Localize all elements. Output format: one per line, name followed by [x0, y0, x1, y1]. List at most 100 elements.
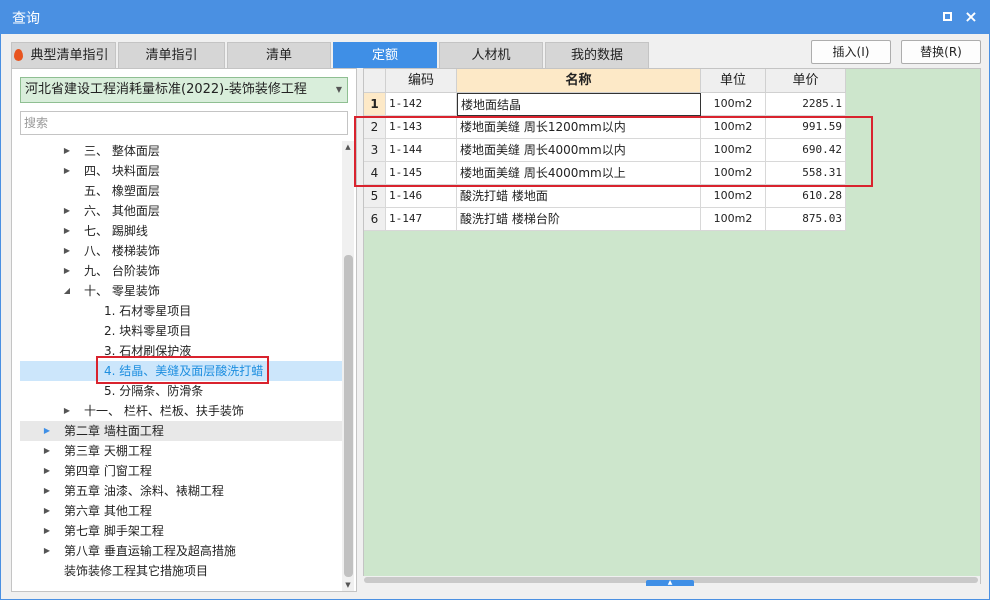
tree-item[interactable]: ▶ 第七章 脚手架工程: [20, 521, 342, 541]
tree-item[interactable]: 1. 石材零星项目: [20, 301, 342, 321]
library-select[interactable]: 河北省建设工程消耗量标准(2022)-装饰装修工程 ▼: [20, 77, 348, 103]
tree-item[interactable]: ▶ 第五章 油漆、涂料、裱糊工程: [20, 481, 342, 501]
tab-quota[interactable]: 定额: [333, 42, 437, 68]
cell-name[interactable]: 楼地面美缝 周长4000mm以内: [457, 139, 701, 162]
tree-item[interactable]: ▶ 八、 楼梯装饰: [20, 241, 342, 261]
scroll-up-icon[interactable]: ▲: [342, 141, 354, 153]
caret-right-icon[interactable]: ▶: [62, 141, 72, 161]
caret-right-icon[interactable]: ▶: [62, 161, 72, 181]
tree-scrollbar[interactable]: ▲ ▼: [342, 141, 354, 591]
cell-unit[interactable]: 100m2: [701, 116, 766, 139]
cell-name[interactable]: 酸洗打蜡 楼地面: [457, 185, 701, 208]
caret-right-icon[interactable]: ▶: [42, 541, 52, 561]
header-unit[interactable]: 单位: [701, 69, 766, 93]
caret-right-icon[interactable]: ▶: [62, 401, 72, 421]
tree-item[interactable]: ▶ 十一、 栏杆、栏板、扶手装饰: [20, 401, 342, 421]
cell-name[interactable]: 楼地面美缝 周长4000mm以上: [457, 162, 701, 185]
cell-code[interactable]: 1-144: [386, 139, 457, 162]
tree-item[interactable]: ▶ 第四章 门窗工程: [20, 461, 342, 481]
caret-right-icon[interactable]: ▶: [42, 521, 52, 541]
tree-item[interactable]: ▶ 七、 踢脚线: [20, 221, 342, 241]
tab-labor-materials[interactable]: 人材机: [439, 42, 543, 68]
tree-item-label: 四、 块料面层: [84, 164, 160, 178]
header-name[interactable]: 名称: [457, 69, 701, 93]
caret-right-icon[interactable]: ▶: [62, 261, 72, 281]
caret-right-icon[interactable]: ▶: [62, 221, 72, 241]
tab-my-data[interactable]: 我的数据: [545, 42, 649, 68]
tree-item-label: 七、 踢脚线: [84, 224, 148, 238]
tree-item[interactable]: 5. 分隔条、防滑条: [20, 381, 342, 401]
left-panel: 河北省建设工程消耗量标准(2022)-装饰装修工程 ▼ ▶ 三、 整体面层 ▶ …: [11, 68, 357, 592]
replace-button[interactable]: 替换(R): [901, 40, 981, 64]
table-row[interactable]: 3 1-144 楼地面美缝 周长4000mm以内 100m2 690.42: [364, 139, 846, 162]
tree-item[interactable]: 3. 石材刷保护液: [20, 341, 342, 361]
cell-unit[interactable]: 100m2: [701, 139, 766, 162]
caret-right-icon[interactable]: ▶: [42, 481, 52, 501]
tree-item[interactable]: 装饰装修工程其它措施项目: [20, 561, 342, 581]
cell-name[interactable]: 楼地面美缝 周长1200mm以内: [457, 116, 701, 139]
caret-right-icon[interactable]: ▶: [42, 501, 52, 521]
scrollbar-thumb[interactable]: [344, 255, 353, 577]
collapse-handle-icon[interactable]: ▲: [646, 580, 694, 586]
table-row[interactable]: 2 1-143 楼地面美缝 周长1200mm以内 100m2 991.59: [364, 116, 846, 139]
scroll-down-icon[interactable]: ▼: [342, 579, 354, 591]
tree-item[interactable]: ▶ 六、 其他面层: [20, 201, 342, 221]
caret-right-icon[interactable]: ▶: [62, 241, 72, 261]
insert-button[interactable]: 插入(I): [811, 40, 891, 64]
tree-item[interactable]: ▶ 四、 块料面层: [20, 161, 342, 181]
cell-price[interactable]: 610.28: [766, 185, 846, 208]
tree-item-label: 第八章 垂直运输工程及超高措施: [64, 544, 236, 558]
tree-item[interactable]: ▶ 第六章 其他工程: [20, 501, 342, 521]
tree-item[interactable]: ◢ 十、 零星装饰: [20, 281, 342, 301]
close-icon[interactable]: ×: [962, 8, 980, 26]
cell-code[interactable]: 1-143: [386, 116, 457, 139]
caret-right-icon[interactable]: ▶: [42, 421, 52, 441]
table-row[interactable]: 6 1-147 酸洗打蜡 楼梯台阶 100m2 875.03: [364, 208, 846, 231]
tab-bill[interactable]: 清单: [227, 42, 331, 68]
tab-label: 我的数据: [570, 48, 623, 63]
cell-unit[interactable]: 100m2: [701, 93, 766, 116]
table-row[interactable]: 1 1-142 楼地面结晶 100m2 2285.1: [364, 93, 846, 116]
header-price[interactable]: 单价: [766, 69, 846, 93]
tree-item[interactable]: ▶ 三、 整体面层: [20, 141, 342, 161]
cell-unit[interactable]: 100m2: [701, 185, 766, 208]
cell-unit[interactable]: 100m2: [701, 162, 766, 185]
tree-item-selected[interactable]: 4. 结晶、美缝及面层酸洗打蜡: [20, 361, 342, 381]
caret-right-icon[interactable]: ▶: [62, 201, 72, 221]
cell-code[interactable]: 1-146: [386, 185, 457, 208]
cell-price[interactable]: 690.42: [766, 139, 846, 162]
cell-price[interactable]: 875.03: [766, 208, 846, 231]
tree-item[interactable]: ▶ 第二章 墙柱面工程: [20, 421, 342, 441]
tree-item[interactable]: 五、 橡塑面层: [20, 181, 342, 201]
tree-item[interactable]: ▶ 第八章 垂直运输工程及超高措施: [20, 541, 342, 561]
search-input[interactable]: [20, 111, 348, 135]
cell-code[interactable]: 1-145: [386, 162, 457, 185]
cell-price[interactable]: 2285.1: [766, 93, 846, 116]
tree-item-label: 第七章 脚手架工程: [64, 524, 164, 538]
tree-item-label: 八、 楼梯装饰: [84, 244, 160, 258]
tab-typical-bill-guide[interactable]: 典型清单指引: [11, 42, 116, 68]
cell-code[interactable]: 1-142: [386, 93, 457, 116]
caret-right-icon[interactable]: ▶: [42, 461, 52, 481]
table-row[interactable]: 5 1-146 酸洗打蜡 楼地面 100m2 610.28: [364, 185, 846, 208]
cell-name[interactable]: 楼地面结晶: [457, 93, 701, 116]
tree-item-label: 3. 石材刷保护液: [104, 344, 192, 358]
tree-item[interactable]: ▶ 九、 台阶装饰: [20, 261, 342, 281]
row-number: 6: [364, 208, 386, 231]
header-code[interactable]: 编码: [386, 69, 457, 93]
tree-item[interactable]: ▶ 第三章 天棚工程: [20, 441, 342, 461]
cell-name[interactable]: 酸洗打蜡 楼梯台阶: [457, 208, 701, 231]
caret-right-icon[interactable]: ▶: [42, 441, 52, 461]
cell-code[interactable]: 1-147: [386, 208, 457, 231]
table-row[interactable]: 4 1-145 楼地面美缝 周长4000mm以上 100m2 558.31: [364, 162, 846, 185]
cell-unit[interactable]: 100m2: [701, 208, 766, 231]
cell-price[interactable]: 558.31: [766, 162, 846, 185]
tab-bill-guide[interactable]: 清单指引: [118, 42, 225, 68]
maximize-icon[interactable]: [938, 8, 956, 26]
caret-down-icon[interactable]: ◢: [62, 281, 72, 301]
tab-label: 定额: [371, 48, 398, 63]
row-number: 2: [364, 116, 386, 139]
tree-item-label: 五、 橡塑面层: [84, 184, 160, 198]
cell-price[interactable]: 991.59: [766, 116, 846, 139]
tree-item[interactable]: 2. 块料零星项目: [20, 321, 342, 341]
